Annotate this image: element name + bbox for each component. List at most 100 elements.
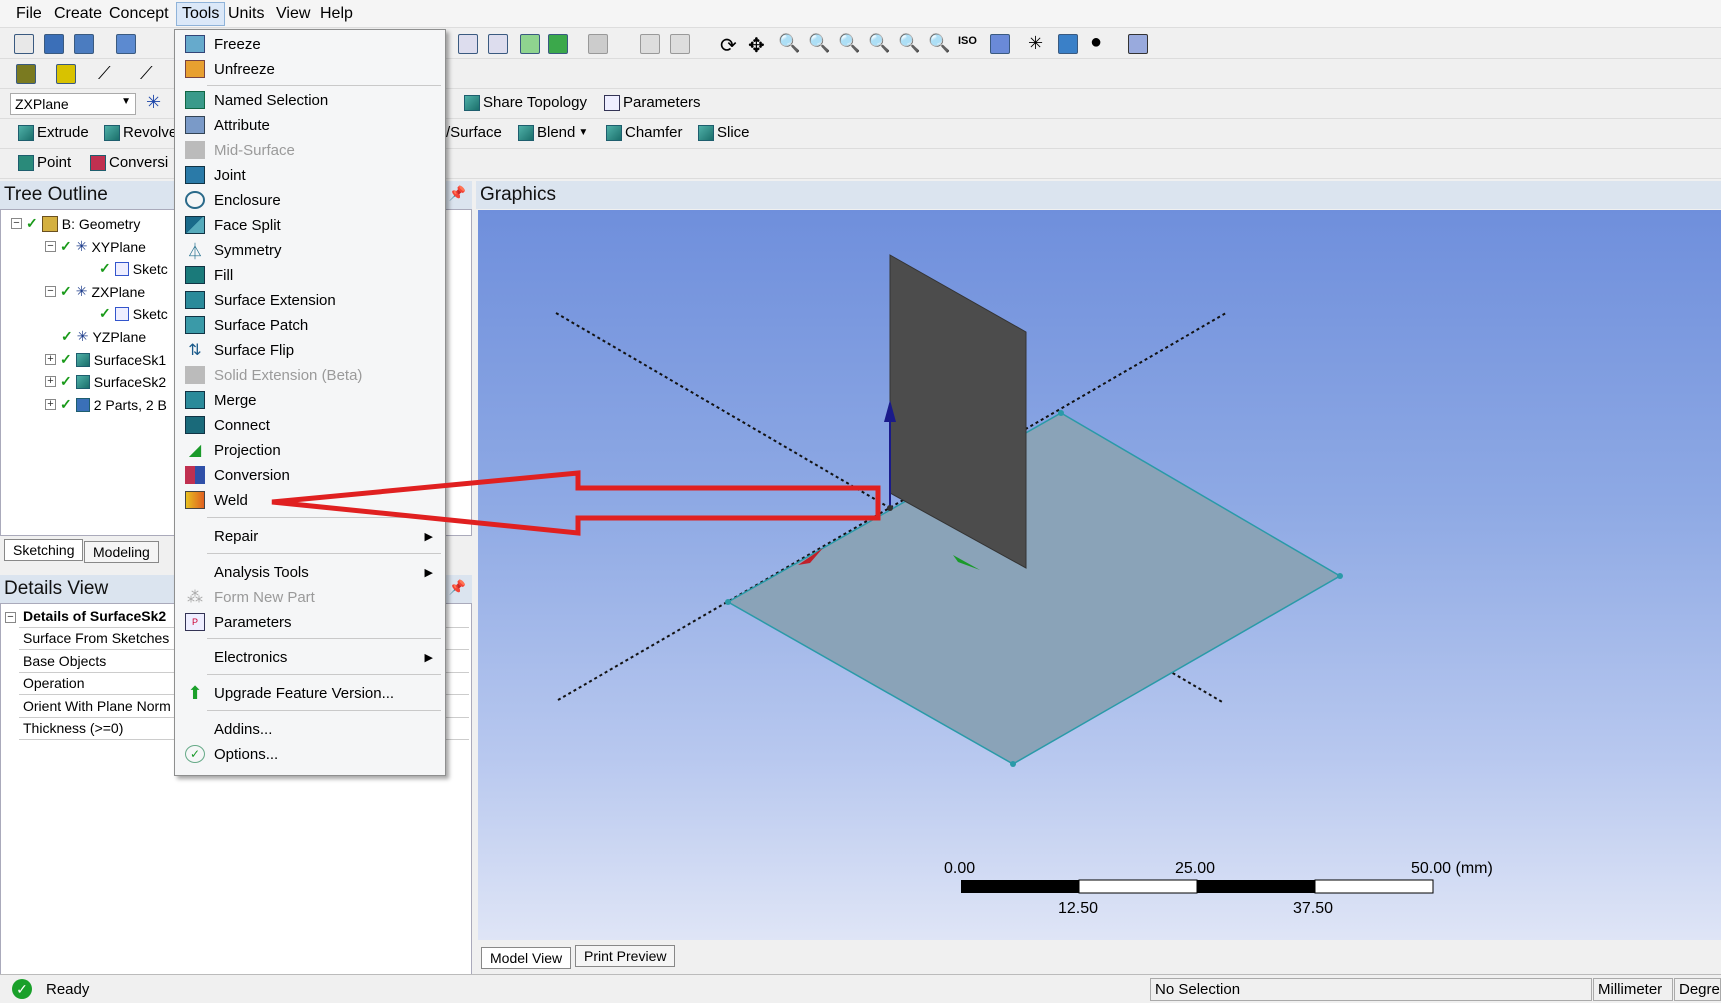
zoom-out-icon[interactable]: 🔍 xyxy=(928,33,950,54)
menu-item-attribute[interactable]: Attribute xyxy=(179,113,441,137)
tree-node-zxplane[interactable]: − ✓ ✳ ZXPlane xyxy=(45,283,145,300)
tree-node-sketch[interactable]: ✓ Sketc xyxy=(99,305,168,322)
collapse-icon[interactable]: − xyxy=(5,612,16,623)
share-topology-button[interactable]: Share Topology xyxy=(464,94,587,111)
select-all-icon[interactable] xyxy=(640,34,660,54)
menu-item-unfreeze[interactable]: Unfreeze xyxy=(179,57,441,81)
menu-item-freeze[interactable]: Freeze xyxy=(179,32,441,56)
menu-concept[interactable]: Concept xyxy=(105,4,173,24)
pin-icon[interactable]: 📌 xyxy=(449,185,466,202)
display-mode-icon[interactable] xyxy=(16,64,36,84)
tab-modeling[interactable]: Modeling xyxy=(84,541,159,563)
menu-item-addins[interactable]: Addins... xyxy=(179,717,441,741)
zoom-in-icon[interactable]: 🔍 xyxy=(898,33,920,54)
select-face-icon[interactable] xyxy=(488,34,508,54)
menu-item-fill[interactable]: Fill xyxy=(179,263,441,287)
menu-item-surface-flip[interactable]: ⇅ Surface Flip xyxy=(179,338,441,362)
menu-item-joint[interactable]: Joint xyxy=(179,163,441,187)
chamfer-button[interactable]: Chamfer xyxy=(606,124,683,141)
menu-item-enclosure[interactable]: Enclosure xyxy=(179,188,441,212)
tab-model-view[interactable]: Model View xyxy=(481,947,572,969)
iso-view-icon[interactable]: ISO xyxy=(958,35,977,47)
plane-select[interactable]: ZXPlane ▼ xyxy=(10,93,136,115)
pin-icon[interactable]: 📌 xyxy=(449,579,466,596)
graphics-viewport[interactable]: 0.00 25.00 50.00 (mm) 12.50 37.50 xyxy=(478,210,1721,940)
expand-icon[interactable]: + xyxy=(45,354,56,365)
menu-item-symmetry[interactable]: ⏃ Symmetry xyxy=(179,238,441,262)
conversion-button[interactable]: Conversi xyxy=(90,154,168,171)
menu-item-named-selection[interactable]: Named Selection xyxy=(179,88,441,112)
menu-item-options[interactable]: ✓ Options... xyxy=(179,742,441,766)
menu-item-upgrade-feature-version[interactable]: ⬆ Upgrade Feature Version... xyxy=(179,681,441,705)
model-canvas[interactable] xyxy=(478,210,1721,940)
menu-item-face-split[interactable]: Face Split xyxy=(179,213,441,237)
zoom-icon[interactable]: 🔍 xyxy=(778,33,800,54)
menu-item-electronics[interactable]: Electronics ▶ xyxy=(179,645,441,669)
save-icon[interactable] xyxy=(44,34,64,54)
help-cursor-icon[interactable] xyxy=(1128,34,1148,54)
blend-button[interactable]: Blend ▼ xyxy=(518,124,588,141)
menu-item-surface-patch[interactable]: Surface Patch xyxy=(179,313,441,337)
scale-segment xyxy=(961,880,1079,893)
fill-icon xyxy=(185,266,205,284)
menu-item-label: Solid Extension (Beta) xyxy=(214,366,363,384)
revolve-button[interactable]: Revolve xyxy=(104,124,177,141)
select-body-icon[interactable] xyxy=(520,34,540,54)
extend-icon[interactable] xyxy=(588,34,608,54)
cube-view-icon[interactable] xyxy=(1058,34,1078,54)
zoom-box-icon[interactable]: 🔍 xyxy=(808,33,830,54)
menu-help[interactable]: Help xyxy=(316,4,357,24)
edge-tool-icon[interactable]: ⟋ xyxy=(140,63,153,84)
triad-icon[interactable]: ✳ xyxy=(1028,33,1043,54)
new-icon[interactable] xyxy=(14,34,34,54)
color-mode-icon[interactable] xyxy=(56,64,76,84)
new-plane-icon[interactable]: ✳ xyxy=(146,92,161,113)
tree-node-surfacesk2[interactable]: + ✓ SurfaceSk2 xyxy=(45,373,166,390)
scale-label: 37.50 xyxy=(1293,900,1334,917)
slice-button[interactable]: Slice xyxy=(698,124,750,141)
save-as-icon[interactable] xyxy=(74,34,94,54)
surface-button[interactable]: /Surface xyxy=(446,124,502,141)
menu-view[interactable]: View xyxy=(272,4,314,24)
tree-node-sketch[interactable]: ✓ Sketc xyxy=(99,260,168,277)
pan-icon[interactable]: ✥ xyxy=(748,33,765,58)
rotate-icon[interactable]: ⟳ xyxy=(720,33,737,58)
deselect-icon[interactable] xyxy=(670,34,690,54)
collapse-icon[interactable]: − xyxy=(11,218,22,229)
point-button[interactable]: Point xyxy=(18,154,71,171)
tab-sketching[interactable]: Sketching xyxy=(4,539,84,561)
menu-item-analysis-tools[interactable]: Analysis Tools ▶ xyxy=(179,560,441,584)
screenshot-icon[interactable] xyxy=(116,34,136,54)
menu-item-surface-extension[interactable]: Surface Extension xyxy=(179,288,441,312)
tree-node-yzplane[interactable]: ✓ ✳ YZPlane xyxy=(61,328,146,345)
tree-node-parts[interactable]: + ✓ 2 Parts, 2 B xyxy=(45,396,167,413)
menu-bar: File Create Concept Tools Units View Hel… xyxy=(0,0,1721,28)
menu-item-label: Symmetry xyxy=(214,241,282,259)
menu-item-connect[interactable]: Connect xyxy=(179,413,441,437)
tree-node-surfacesk1[interactable]: + ✓ SurfaceSk1 xyxy=(45,351,166,368)
view-display-icon[interactable] xyxy=(990,34,1010,54)
expand-icon[interactable]: + xyxy=(45,399,56,410)
menu-item-parameters[interactable]: P Parameters xyxy=(179,610,441,634)
collapse-icon[interactable]: − xyxy=(45,286,56,297)
zoom-fit-icon[interactable]: 🔍 xyxy=(838,33,860,54)
select-part-icon[interactable] xyxy=(548,34,568,54)
point-display-icon[interactable]: ● xyxy=(1090,31,1102,54)
line-tool-icon[interactable]: ⟋ xyxy=(98,63,111,84)
tree-node-xyplane[interactable]: − ✓ ✳ XYPlane xyxy=(45,238,146,255)
menu-item-projection[interactable]: ◢ Projection xyxy=(179,438,441,462)
select-mode-icon[interactable] xyxy=(458,34,478,54)
menu-units[interactable]: Units xyxy=(224,4,268,24)
menu-create[interactable]: Create xyxy=(50,4,106,24)
menu-tools[interactable]: Tools xyxy=(176,2,226,26)
parameters-button[interactable]: Parameters xyxy=(604,94,701,111)
tree-node-geometry[interactable]: − ✓ B: Geometry xyxy=(11,215,140,232)
menu-file[interactable]: File xyxy=(12,4,46,24)
collapse-icon[interactable]: − xyxy=(45,241,56,252)
menu-item-merge[interactable]: Merge xyxy=(179,388,441,412)
zoom-select-icon[interactable]: 🔍 xyxy=(868,33,890,54)
expand-icon[interactable]: + xyxy=(45,376,56,387)
tab-print-preview[interactable]: Print Preview xyxy=(575,945,676,967)
extrude-button[interactable]: Extrude xyxy=(18,124,89,141)
